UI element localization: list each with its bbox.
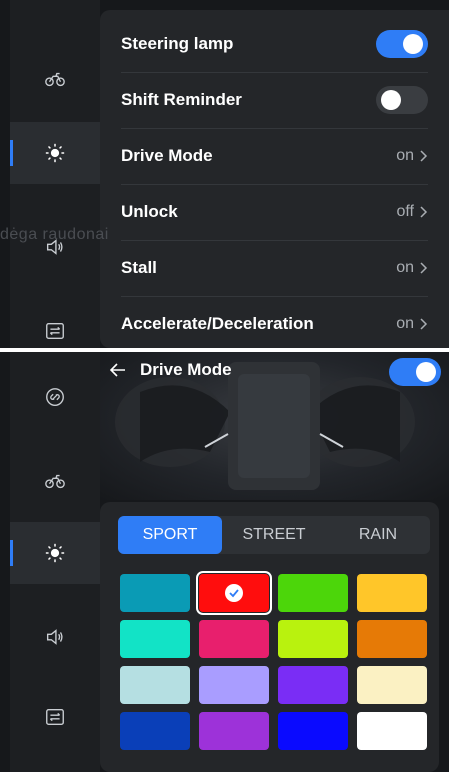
motorcycle-icon	[44, 470, 66, 492]
color-swatch[interactable]	[120, 574, 190, 612]
chevron-right-icon	[420, 150, 428, 162]
toggle-knob	[416, 362, 436, 382]
color-swatch[interactable]	[278, 712, 348, 750]
color-swatch[interactable]	[199, 666, 269, 704]
color-swatch[interactable]	[199, 620, 269, 658]
color-swatch[interactable]	[357, 620, 427, 658]
page-title: Drive Mode	[140, 360, 232, 379]
setting-label: Unlock	[121, 202, 178, 221]
color-swatch[interactable]	[120, 666, 190, 704]
setting-value-text: on	[396, 147, 414, 164]
back-arrow-icon[interactable]	[110, 363, 126, 377]
color-swatch[interactable]	[278, 620, 348, 658]
setting-value-text: on	[396, 259, 414, 276]
check-icon	[225, 584, 243, 602]
settings-screen: Steering lamp Shift Reminder Drive Mode on U…	[0, 0, 449, 348]
setting-label: Stall	[121, 258, 157, 277]
setting-value: on	[396, 315, 428, 333]
color-grid	[120, 571, 430, 750]
color-swatch[interactable]	[278, 574, 348, 612]
setting-row-steering-lamp[interactable]: Steering lamp	[121, 16, 428, 73]
motorcycle-icon	[44, 68, 66, 90]
color-swatch[interactable]	[199, 712, 269, 750]
sidebar-item-link[interactable]	[10, 366, 100, 428]
mode-tab-rain[interactable]: RAIN	[326, 516, 430, 554]
chevron-right-icon	[420, 262, 428, 274]
setting-value: off	[397, 203, 429, 221]
sidebar-item-speaker[interactable]	[10, 606, 100, 668]
drive-mode-panel: Drive Mode SPORT STREET RAIN	[100, 352, 449, 772]
color-swatch[interactable]	[196, 571, 272, 615]
color-swatch[interactable]	[120, 620, 190, 658]
setting-label: Accelerate/Deceleration	[121, 314, 314, 333]
chevron-right-icon	[420, 206, 428, 218]
sidebar-item-motorcycle[interactable]	[10, 48, 100, 110]
toggle-knob	[381, 90, 401, 110]
mode-color-card: SPORT STREET RAIN	[100, 502, 439, 772]
setting-label: Shift Reminder	[121, 90, 242, 109]
link-icon	[44, 386, 66, 408]
overlay-caption: dėga raudonai	[0, 226, 109, 243]
settings-list: Steering lamp Shift Reminder Drive Mode on U…	[100, 10, 449, 348]
sidebar-item-tune[interactable]	[10, 686, 100, 748]
sidebar-item-tune[interactable]	[10, 300, 100, 348]
setting-value-text: off	[396, 203, 415, 220]
setting-value: on	[396, 147, 428, 165]
sidebar-item-brightness[interactable]	[10, 122, 100, 184]
motorcycle-preview: Drive Mode	[100, 352, 449, 500]
sidebar-item-brightness[interactable]	[10, 522, 100, 584]
setting-toggle[interactable]	[376, 86, 428, 114]
color-swatch[interactable]	[120, 712, 190, 750]
setting-row-unlock[interactable]: Unlock off	[121, 184, 428, 241]
setting-toggle[interactable]	[376, 30, 428, 58]
tune-icon	[44, 706, 66, 728]
setting-label: Drive Mode	[121, 146, 213, 165]
setting-value: on	[396, 259, 428, 277]
setting-row-shift-reminder[interactable]: Shift Reminder	[121, 72, 428, 129]
setting-label: Steering lamp	[121, 34, 234, 53]
mode-tab-sport[interactable]: SPORT	[118, 516, 222, 554]
drive-mode-toggle[interactable]	[389, 358, 441, 386]
color-swatch[interactable]	[278, 666, 348, 704]
drive-mode-header: Drive Mode	[110, 360, 232, 380]
sidebar	[10, 352, 100, 772]
mode-selector: SPORT STREET RAIN	[118, 516, 430, 554]
color-swatch[interactable]	[357, 574, 427, 612]
mode-tab-street[interactable]: STREET	[222, 516, 326, 554]
toggle-knob	[403, 34, 423, 54]
brightness-icon	[44, 542, 66, 564]
sidebar-item-motorcycle[interactable]	[10, 450, 100, 512]
color-swatch[interactable]	[357, 666, 427, 704]
chevron-right-icon	[420, 318, 428, 330]
tune-icon	[44, 320, 66, 342]
setting-row-stall[interactable]: Stall on	[121, 240, 428, 297]
sidebar	[10, 0, 100, 348]
speaker-icon	[44, 626, 66, 648]
drive-mode-screen: Drive Mode SPORT STREET RAIN	[0, 352, 449, 772]
setting-row-accelerate-deceleration[interactable]: Accelerate/Deceleration on	[121, 296, 428, 348]
brightness-icon	[44, 142, 66, 164]
setting-row-drive-mode[interactable]: Drive Mode on	[121, 128, 428, 185]
color-swatch[interactable]	[357, 712, 427, 750]
setting-value-text: on	[396, 315, 414, 332]
